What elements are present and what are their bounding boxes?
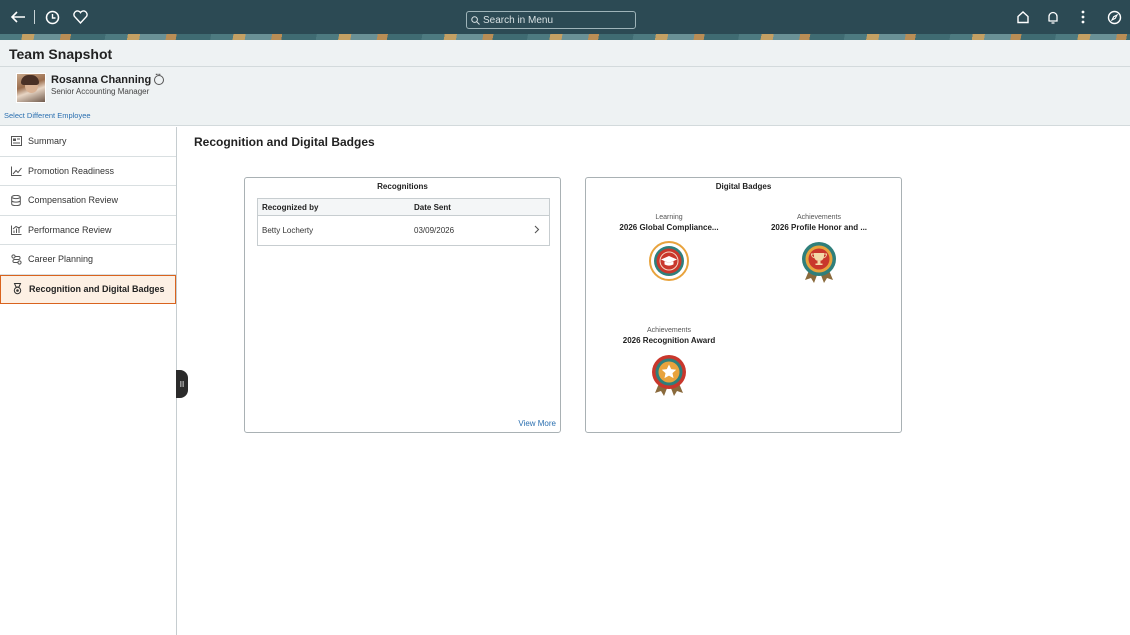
sidebar-item-performance-review[interactable]: Performance Review [0,216,176,245]
sidebar-item-label: Career Planning [28,254,94,265]
badge-tile[interactable]: Learning 2026 Global Compliance... [604,214,734,282]
cell-date-sent: 03/09/2026 [414,226,455,235]
line-chart-icon [10,165,22,177]
badge-tile[interactable]: Achievements 2026 Profile Honor and ... [754,214,884,284]
badge-name: 2026 Profile Honor and ... [770,223,868,232]
sidebar-item-label: Compensation Review [28,195,119,206]
table-row[interactable]: Betty Locherty 03/09/2026 [258,216,549,245]
employee-name-text: Rosanna Channing [51,74,152,86]
pause-bars-icon: II [179,379,185,389]
digital-badges-card: Digital Badges Learning 2026 Global Comp… [585,177,902,433]
recognitions-card-title: Recognitions [377,182,428,191]
navbar-icon[interactable] [1104,7,1124,27]
recent-icon[interactable] [42,7,62,27]
badge-name: 2026 Recognition Award [622,336,716,345]
graduation-cap-badge-icon [649,241,689,281]
badge-category: Achievements [797,214,841,221]
collapse-sidebar-handle[interactable]: II [176,370,188,398]
star-badge-icon [652,355,686,396]
sidebar-item-summary[interactable]: Summary [0,127,176,157]
sidebar-item-promotion-readiness[interactable]: Promotion Readiness [0,157,176,186]
chevron-right-icon[interactable] [524,225,549,237]
back-arrow-icon[interactable] [8,7,28,27]
employee-name[interactable]: Rosanna Channing [51,70,165,86]
related-actions-icon[interactable] [154,70,165,85]
sidebar-item-career-planning[interactable]: Career Planning [0,245,176,275]
sidebar-item-label: Summary [28,136,67,147]
search-input[interactable]: Search in Menu [466,11,636,29]
summary-icon [10,135,22,147]
top-banner: Search in Menu [0,0,1130,40]
table-header-row: Recognized by Date Sent [258,199,549,216]
employee-header: Rosanna Channing Senior Accounting Manag… [0,67,1130,126]
home-icon[interactable] [1013,7,1033,27]
select-different-employee-link[interactable]: Select Different Employee [4,111,91,120]
trophy-badge-icon [802,242,836,283]
badge-tile[interactable]: Achievements 2026 Recognition Award [604,327,734,397]
medal-icon [11,283,23,295]
actions-icon[interactable] [1073,7,1093,27]
view-more-link[interactable]: View More [518,419,556,428]
sidebar-nav: Summary Promotion Readiness Compensation… [0,127,177,635]
badge-category: Learning [655,214,683,221]
sidebar-item-compensation-review[interactable]: Compensation Review [0,186,176,216]
column-header-date-sent: Date Sent [414,202,451,212]
path-icon [10,253,22,265]
search-placeholder: Search in Menu [483,14,554,26]
section-title: Recognition and Digital Badges [194,135,375,149]
page-title: Team Snapshot [9,46,113,62]
sidebar-item-label: Performance Review [28,224,112,235]
search-icon [471,15,480,25]
badge-category: Achievements [647,327,691,334]
notification-icon[interactable] [1043,7,1063,27]
sidebar-item-recognition-and-digital-badges[interactable]: Recognition and Digital Badges [0,274,176,304]
header-divider [34,10,35,24]
page-title-bar: Team Snapshot [0,40,1130,67]
database-icon [10,194,22,206]
badge-name: 2026 Global Compliance... [619,223,719,232]
cell-recognized-by: Betty Locherty [262,226,314,235]
recognitions-table: Recognized by Date Sent Betty Locherty 0… [257,198,550,246]
bar-chart-icon [10,224,22,236]
employee-avatar [16,73,46,103]
employee-job-title: Senior Accounting Manager [51,87,150,96]
digital-badges-card-title: Digital Badges [715,182,772,191]
sidebar-item-label: Recognition and Digital Badges [29,284,165,295]
sidebar-item-label: Promotion Readiness [28,165,115,176]
recognitions-card: Recognitions Recognized by Date Sent Bet… [244,177,561,433]
favorite-icon[interactable] [70,7,90,27]
column-header-recognized-by: Recognized by [262,202,319,212]
